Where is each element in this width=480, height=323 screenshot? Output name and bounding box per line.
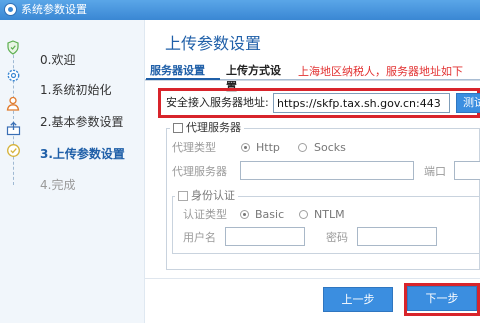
auth-type-label: 认证类型 bbox=[183, 208, 227, 221]
window-title: 系统参数设置 bbox=[21, 3, 87, 16]
username-input[interactable] bbox=[225, 227, 305, 246]
auth-basic-label: Basic bbox=[255, 208, 285, 221]
next-button[interactable]: 下一步 bbox=[407, 286, 477, 311]
step-welcome: 0.欢迎 bbox=[40, 53, 76, 67]
check-circle-icon bbox=[5, 142, 21, 158]
username-label: 用户名 bbox=[183, 231, 216, 244]
proxy-socks-radio[interactable] bbox=[298, 143, 307, 152]
test-connection-button[interactable]: 测试 bbox=[456, 93, 480, 113]
server-address-label: 安全接入服务器地址: bbox=[166, 96, 269, 109]
proxy-legend-label: 代理服务器 bbox=[186, 121, 241, 134]
shield-icon bbox=[5, 39, 21, 55]
step-finish: 4.完成 bbox=[40, 178, 76, 192]
person-icon bbox=[5, 95, 21, 111]
proxy-server-input[interactable] bbox=[240, 161, 414, 180]
step-system-init: 1.系统初始化 bbox=[40, 83, 112, 97]
page-title: 上传参数设置 bbox=[165, 34, 262, 53]
tab-upload-method[interactable]: 上传方式设置 bbox=[222, 63, 294, 93]
password-input[interactable] bbox=[357, 227, 437, 246]
gear-icon bbox=[5, 67, 21, 83]
auth-ntlm-label: NTLM bbox=[314, 208, 345, 221]
auth-basic-radio[interactable] bbox=[240, 210, 249, 219]
title-bar: 系统参数设置 bbox=[0, 0, 480, 20]
proxy-type-label: 代理类型 bbox=[172, 141, 216, 154]
prev-button[interactable]: 上一步 bbox=[323, 287, 393, 312]
proxy-checkbox[interactable] bbox=[173, 123, 183, 133]
password-label: 密码 bbox=[326, 231, 348, 244]
auth-checkbox[interactable] bbox=[178, 191, 188, 201]
auth-ntlm-radio[interactable] bbox=[299, 210, 308, 219]
step-sidebar: 0.欢迎 1.系统初始化 2.基本参数设置 3.上传参数设置 4.完成 bbox=[0, 20, 145, 323]
app-logo-icon bbox=[4, 3, 17, 16]
tab-server-settings[interactable]: 服务器设置 bbox=[146, 63, 220, 80]
auth-legend: 身份认证 bbox=[175, 189, 238, 203]
proxy-socks-label: Socks bbox=[314, 141, 346, 154]
proxy-port-label: 端口 bbox=[424, 165, 446, 178]
proxy-port-input[interactable] bbox=[454, 161, 480, 180]
proxy-http-label: Http bbox=[256, 141, 280, 154]
step-basic-params: 2.基本参数设置 bbox=[40, 115, 124, 129]
proxy-legend: 代理服务器 bbox=[170, 121, 244, 135]
auth-legend-label: 身份认证 bbox=[191, 189, 235, 202]
region-notice: 上海地区纳税人，服务器地址如下 bbox=[298, 65, 463, 78]
footer-divider bbox=[145, 278, 480, 279]
server-address-input[interactable] bbox=[273, 93, 450, 113]
proxy-http-radio[interactable] bbox=[241, 143, 250, 152]
proxy-server-label: 代理服务器 bbox=[172, 165, 227, 178]
upload-icon bbox=[5, 120, 21, 136]
step-upload-params: 3.上传参数设置 bbox=[40, 147, 125, 161]
